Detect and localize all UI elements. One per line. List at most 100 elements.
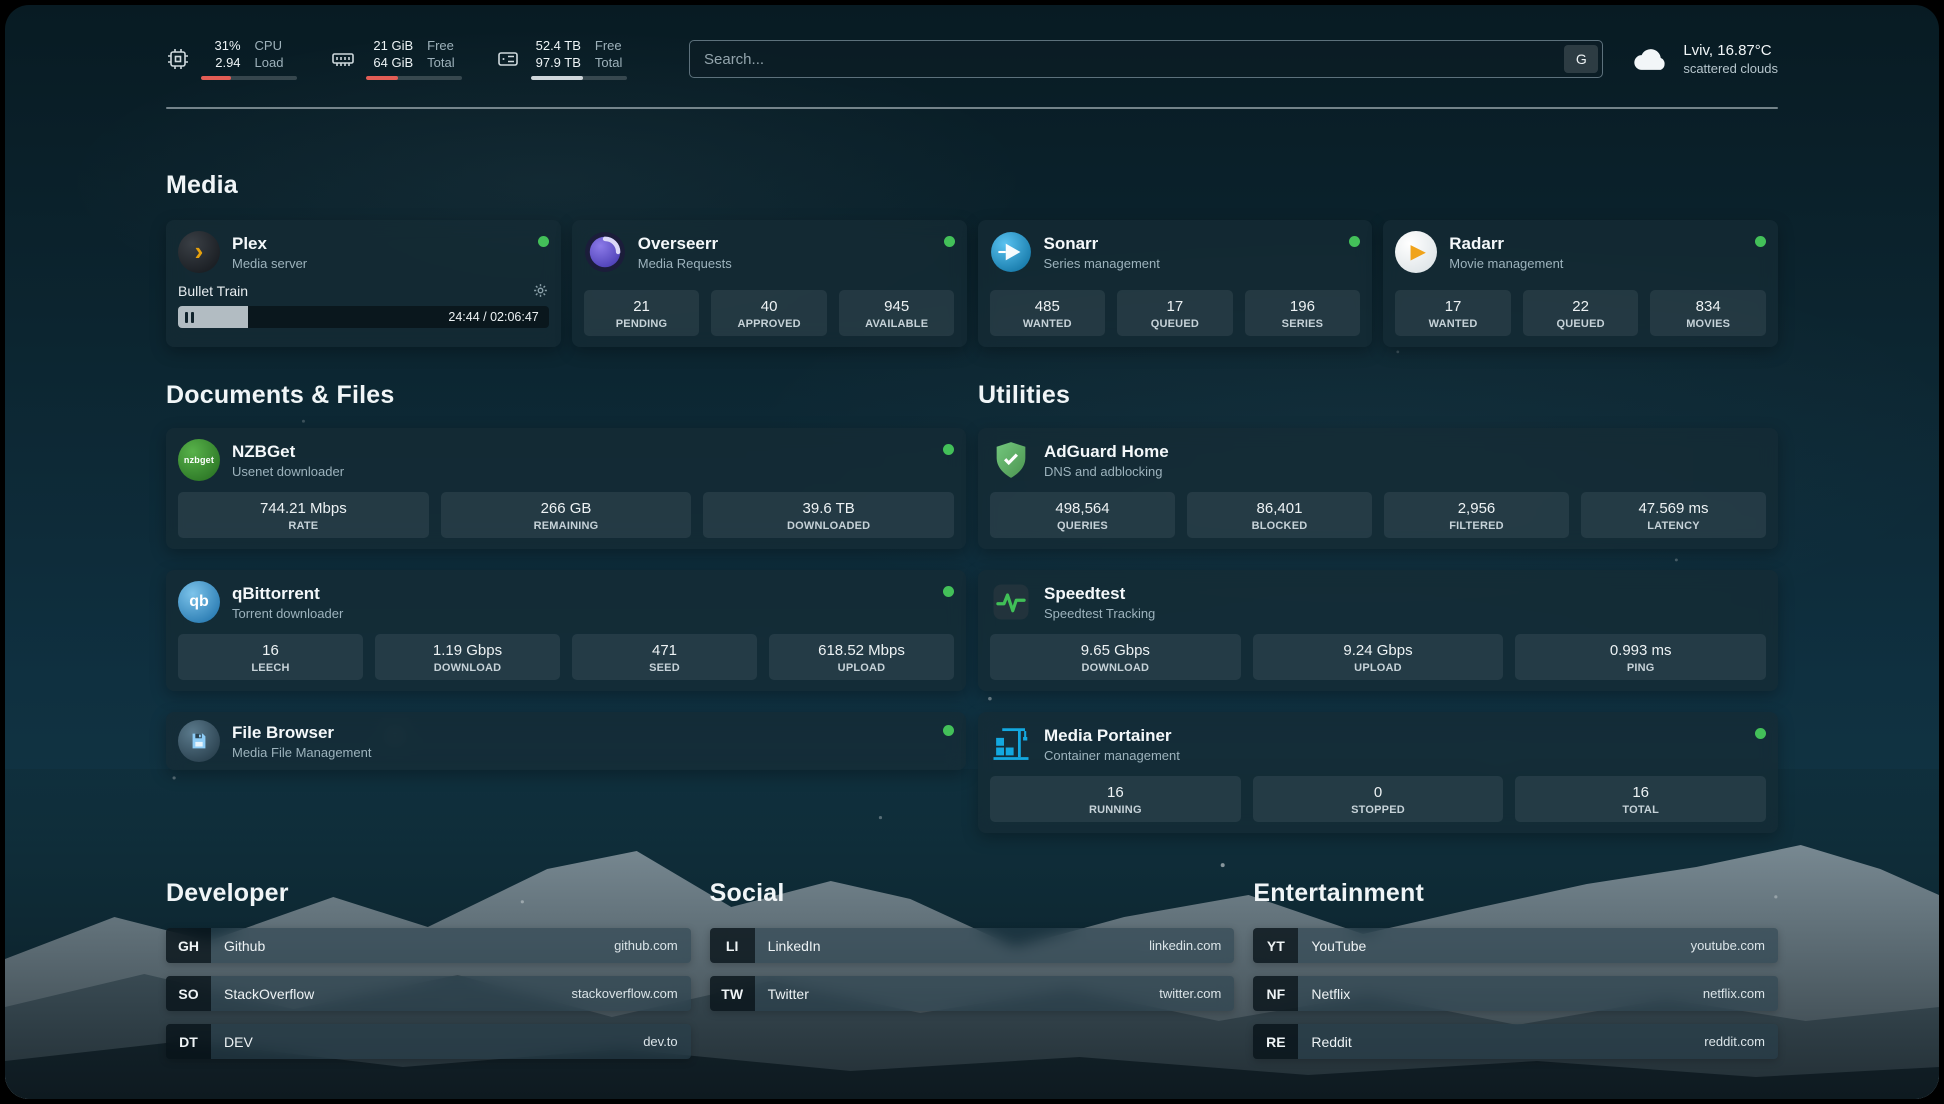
- stat-filtered: 2,956 FILTERED: [1384, 492, 1569, 538]
- pause-icon[interactable]: [185, 312, 194, 323]
- playback-progress-bar[interactable]: 24:44 / 02:06:47: [178, 306, 549, 328]
- stat-series: 196 SERIES: [1245, 290, 1361, 336]
- bookmark-dev[interactable]: DT DEV dev.to: [166, 1024, 691, 1059]
- weather-widget: Lviv, 16.87°C scattered clouds: [1631, 39, 1778, 79]
- stat-queries: 498,564 QUERIES: [990, 492, 1175, 538]
- bookmark-linkedin[interactable]: LI LinkedIn linkedin.com: [710, 928, 1235, 963]
- section-heading-utilities: Utilities: [978, 381, 1778, 410]
- app-window: 31% CPU 2.94 Load 21 GiB: [5, 5, 1939, 1099]
- utilities-column: Utilities AdGuard Home DNS and adblockin…: [978, 381, 1778, 833]
- service-subtitle: Speedtest Tracking: [1044, 605, 1155, 622]
- stats-row: 498,564 QUERIES 86,401 BLOCKED 2,956 FIL…: [990, 492, 1766, 538]
- service-card-portainer[interactable]: Media Portainer Container management 16 …: [978, 712, 1778, 833]
- bookmark-name: Reddit: [1311, 1034, 1351, 1050]
- bookmark-name: StackOverflow: [224, 986, 314, 1002]
- ram-metric: 21 GiB Free 64 GiB Total: [331, 38, 462, 80]
- stat-blocked: 86,401 BLOCKED: [1187, 492, 1372, 538]
- service-subtitle: Container management: [1044, 747, 1180, 764]
- cpu-metric: 31% CPU 2.94 Load: [166, 38, 297, 80]
- stat-rate: 744.21 Mbps RATE: [178, 492, 429, 538]
- service-subtitle: Series management: [1044, 255, 1160, 272]
- section-heading-developer: Developer: [166, 879, 691, 908]
- qbittorrent-icon: qb: [178, 581, 220, 623]
- stats-row: 9.65 Gbps DOWNLOAD 9.24 Gbps UPLOAD 0.99…: [990, 634, 1766, 680]
- service-card-sonarr[interactable]: Sonarr Series management 485 WANTED 17 Q…: [978, 220, 1373, 347]
- bookmark-abbr: TW: [710, 976, 755, 1011]
- stat-download: 1.19 Gbps DOWNLOAD: [375, 634, 560, 680]
- speedtest-icon: [990, 581, 1032, 623]
- service-card-qbittorrent[interactable]: qb qBittorrent Torrent downloader 16 LEE…: [166, 570, 966, 691]
- service-subtitle: Torrent downloader: [232, 605, 343, 622]
- bookmark-abbr: SO: [166, 976, 211, 1011]
- bookmark-netflix[interactable]: NF Netflix netflix.com: [1253, 976, 1778, 1011]
- service-title: Radarr: [1449, 233, 1563, 254]
- stats-row: 16 LEECH 1.19 Gbps DOWNLOAD 471 SEED 6: [178, 634, 954, 680]
- cpu-sub-value: 2.94: [201, 55, 241, 71]
- stat-running: 16 RUNNING: [990, 776, 1241, 822]
- bookmarks-social: Social LI LinkedIn linkedin.com TW Twitt…: [710, 879, 1235, 1072]
- bookmark-youtube[interactable]: YT YouTube youtube.com: [1253, 928, 1778, 963]
- disk-metric: 52.4 TB Free 97.9 TB Total: [496, 38, 627, 80]
- stat-seed: 471 SEED: [572, 634, 757, 680]
- ram-label-bottom: Total: [427, 55, 462, 71]
- status-dot: [943, 586, 954, 597]
- service-card-nzbget[interactable]: nzbget NZBGet Usenet downloader 744.21 M…: [166, 428, 966, 549]
- radarr-icon: ▶: [1395, 231, 1437, 273]
- stats-row: 21 PENDING 40 APPROVED 945 AVAILABLE: [584, 290, 955, 336]
- service-subtitle: Movie management: [1449, 255, 1563, 272]
- status-dot: [943, 444, 954, 455]
- stat-movies: 834 MOVIES: [1650, 290, 1766, 336]
- status-dot: [1349, 236, 1360, 247]
- bookmark-reddit[interactable]: RE Reddit reddit.com: [1253, 1024, 1778, 1059]
- cpu-label-top: CPU: [255, 38, 297, 54]
- cpu-progress-bar: [201, 76, 297, 80]
- service-title: Speedtest: [1044, 583, 1155, 604]
- ram-sub-value: 64 GiB: [366, 55, 413, 71]
- service-subtitle: Media server: [232, 255, 307, 272]
- service-card-filebrowser[interactable]: File Browser Media File Management: [166, 712, 966, 770]
- service-card-adguard[interactable]: AdGuard Home DNS and adblocking 498,564 …: [978, 428, 1778, 549]
- stats-row: 744.21 Mbps RATE 266 GB REMAINING 39.6 T…: [178, 492, 954, 538]
- search-bar: G: [689, 40, 1603, 78]
- search-engine-badge[interactable]: G: [1564, 45, 1598, 73]
- documents-column: Documents & Files nzbget NZBGet Usenet d…: [166, 381, 966, 833]
- service-card-radarr[interactable]: ▶ Radarr Movie management 17 WANTED 22: [1383, 220, 1778, 347]
- bookmark-stackoverflow[interactable]: SO StackOverflow stackoverflow.com: [166, 976, 691, 1011]
- bookmark-github[interactable]: GH Github github.com: [166, 928, 691, 963]
- service-title: AdGuard Home: [1044, 441, 1169, 462]
- section-heading-documents: Documents & Files: [166, 381, 966, 410]
- stats-row: 17 WANTED 22 QUEUED 834 MOVIES: [1395, 290, 1766, 336]
- disk-sub-value: 97.9 TB: [531, 55, 581, 71]
- service-title: File Browser: [232, 722, 371, 743]
- search-input[interactable]: [689, 40, 1603, 78]
- service-subtitle: Media File Management: [232, 744, 371, 761]
- stat-downloaded: 39.6 TB DOWNLOADED: [703, 492, 954, 538]
- bookmark-name: Github: [224, 938, 265, 954]
- bookmark-url: dev.to: [643, 1034, 677, 1049]
- plex-icon: ›: [178, 231, 220, 273]
- adguard-icon: [990, 439, 1032, 481]
- stats-row: 485 WANTED 17 QUEUED 196 SERIES: [990, 290, 1361, 336]
- service-title: NZBGet: [232, 441, 344, 462]
- service-subtitle: Media Requests: [638, 255, 732, 272]
- stat-available: 945 AVAILABLE: [839, 290, 955, 336]
- bookmark-name: LinkedIn: [768, 938, 821, 954]
- service-card-overseerr[interactable]: Overseerr Media Requests 21 PENDING 40 A…: [572, 220, 967, 347]
- sonarr-icon: [990, 231, 1032, 273]
- cpu-label-bottom: Load: [255, 55, 297, 71]
- status-dot: [538, 236, 549, 247]
- service-card-plex[interactable]: › Plex Media server Bullet Train: [166, 220, 561, 347]
- portainer-icon: [990, 723, 1032, 765]
- bookmark-abbr: DT: [166, 1024, 211, 1059]
- bookmark-abbr: NF: [1253, 976, 1298, 1011]
- bookmark-url: stackoverflow.com: [571, 986, 677, 1001]
- service-card-speedtest[interactable]: Speedtest Speedtest Tracking 9.65 Gbps D…: [978, 570, 1778, 691]
- disk-icon: [496, 47, 520, 71]
- nzbget-icon: nzbget: [178, 439, 220, 481]
- gear-icon[interactable]: [532, 282, 549, 299]
- stat-wanted: 485 WANTED: [990, 290, 1106, 336]
- service-subtitle: Usenet downloader: [232, 463, 344, 480]
- bookmark-twitter[interactable]: TW Twitter twitter.com: [710, 976, 1235, 1011]
- bookmark-url: netflix.com: [1703, 986, 1765, 1001]
- overseerr-icon: [584, 231, 626, 273]
